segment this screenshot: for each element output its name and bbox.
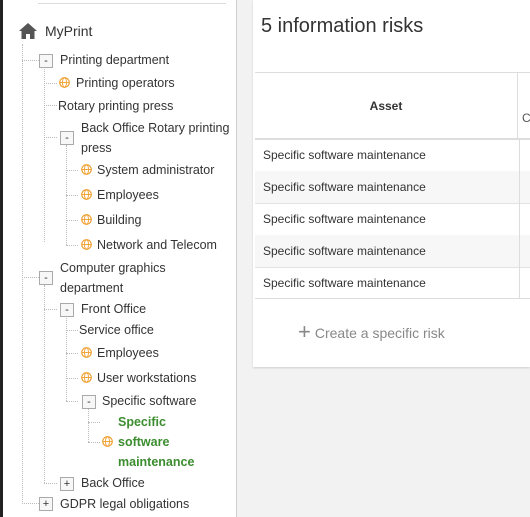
collapse-toggle[interactable]: - [60, 131, 74, 145]
plus-icon: + [298, 319, 311, 344]
globe-icon [81, 214, 92, 225]
tree-node-employees[interactable]: Employees [97, 185, 159, 205]
globe-icon [81, 347, 92, 358]
tree-line [66, 330, 78, 331]
tree-node-specific-software-maintenance[interactable]: Specific software maintenance [118, 412, 208, 472]
tree-node-system-administrator[interactable]: System administrator [97, 160, 214, 180]
risks-table: Asset C Specific software maintenance Sp… [255, 72, 530, 299]
tree-node-network-telecom[interactable]: Network and Telecom [97, 235, 217, 255]
tree-node-front-office[interactable]: Front Office [81, 299, 146, 319]
tree-root-label: MyPrint [45, 23, 93, 39]
globe-icon [81, 372, 92, 383]
tree-line [22, 277, 39, 278]
asset-cell: Specific software maintenance [255, 203, 520, 235]
column-header-asset[interactable]: Asset [255, 73, 518, 140]
tree-line [44, 67, 45, 242]
tree-node-back-office-rotary[interactable]: Back Office Rotary printing press [81, 118, 231, 158]
tree-node-specific-software[interactable]: Specific software [102, 391, 196, 411]
globe-icon [81, 239, 92, 250]
tree-node-service-office[interactable]: Service office [79, 320, 154, 340]
globe-icon [81, 164, 92, 175]
tree-line [44, 285, 45, 483]
sidebar-divider [38, 3, 226, 4]
tree-node-computer-graphics[interactable]: Computer graphics department [60, 258, 200, 298]
tree-line [66, 195, 78, 196]
asset-cell: Specific software maintenance [255, 139, 520, 171]
collapse-toggle[interactable]: - [82, 395, 96, 409]
tree-line [66, 245, 78, 246]
asset-cell: Specific software maintenance [255, 267, 520, 299]
tree-node-back-office[interactable]: Back Office [81, 473, 145, 493]
tree-node-printing-operators[interactable]: Printing operators [76, 73, 175, 93]
tree-line [88, 408, 89, 442]
risks-panel: 5 information risks Asset C Specific sof… [253, 0, 530, 367]
tree-line [88, 422, 100, 423]
table-row[interactable]: Specific software maintenance [255, 235, 530, 268]
expand-toggle[interactable]: + [39, 497, 53, 511]
table-row[interactable]: Specific software maintenance [255, 267, 530, 299]
tree-line [22, 60, 39, 61]
tree-line [66, 220, 78, 221]
tree-line [44, 483, 57, 484]
home-icon [19, 23, 37, 39]
tree-line [66, 401, 78, 402]
tree-line [44, 83, 57, 84]
tree-line [66, 353, 78, 354]
table-row[interactable]: Specific software maintenance [255, 203, 530, 236]
collapse-toggle[interactable]: - [39, 271, 53, 285]
tree-node-building[interactable]: Building [97, 210, 141, 230]
tree-node-employees[interactable]: Employees [97, 343, 159, 363]
expand-toggle[interactable]: + [60, 477, 74, 491]
tree-node-user-workstations[interactable]: User workstations [97, 368, 196, 388]
tree-root[interactable]: MyPrint [18, 22, 92, 40]
collapse-toggle[interactable]: - [39, 54, 53, 68]
tree-line [22, 503, 39, 504]
tree-line [66, 378, 78, 379]
panel-title: 5 information risks [261, 15, 424, 37]
column-header-partial[interactable]: C [517, 73, 530, 140]
create-specific-risk-label: Create a specific risk [314, 325, 445, 341]
tree-line [44, 137, 57, 138]
tree-line [66, 170, 78, 171]
tree-line [44, 105, 57, 106]
tree-node-printing-department[interactable]: Printing department [60, 50, 169, 70]
tree-line [22, 44, 23, 502]
table-row[interactable]: Specific software maintenance [255, 171, 530, 204]
tree-line [88, 442, 100, 443]
globe-icon [81, 189, 92, 200]
column-header-label: Asset [369, 98, 403, 113]
tree-node-rotary-printing-press[interactable]: Rotary printing press [58, 96, 173, 116]
pane-divider [236, 0, 237, 517]
column-header-partial-label: C [522, 111, 530, 125]
globe-icon [102, 436, 113, 447]
tree-node-gdpr[interactable]: GDPR legal obligations [60, 494, 189, 514]
table-row[interactable]: Specific software maintenance [255, 139, 530, 172]
globe-icon [59, 77, 70, 88]
tree-line [66, 316, 67, 401]
asset-cell: Specific software maintenance [255, 235, 520, 267]
asset-cell: Specific software maintenance [255, 171, 520, 203]
create-specific-risk-button[interactable]: + Create a specific risk [298, 319, 445, 344]
collapse-toggle[interactable]: - [60, 303, 74, 317]
tree-line [44, 309, 57, 310]
sidebar-tree: MyPrint - Printing department Printing o… [3, 0, 237, 517]
